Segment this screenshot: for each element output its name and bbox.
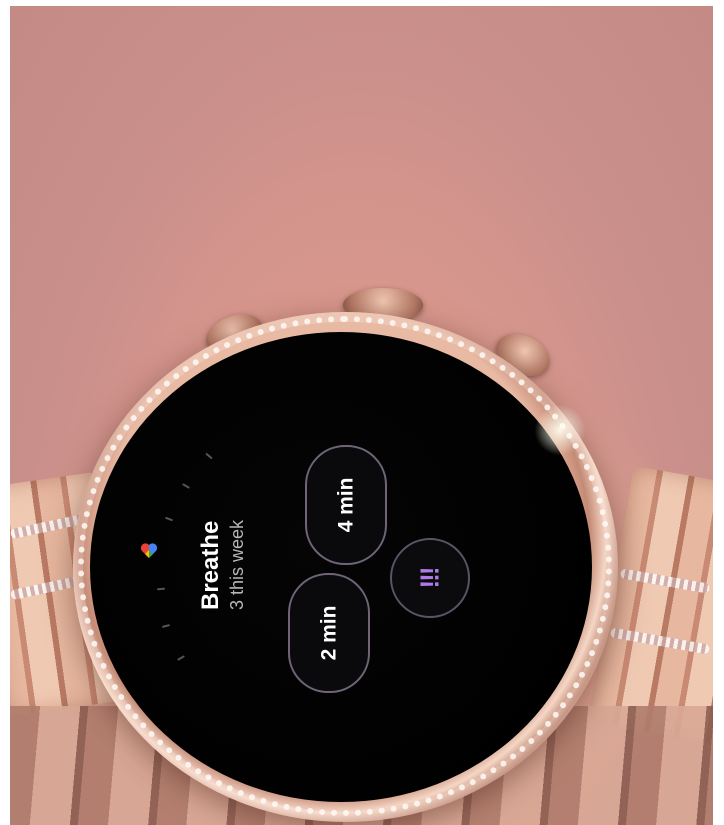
- weekly-count: 3 this week: [227, 519, 247, 610]
- breathe-header: Breathe 3 this week: [197, 519, 248, 610]
- option-label: 4 min: [333, 477, 357, 533]
- fit-heart-icon: [140, 543, 158, 558]
- option-2-min-button[interactable]: 2 min: [288, 573, 370, 693]
- light-glint: [530, 400, 590, 460]
- option-label: 2 min: [316, 605, 340, 661]
- option-4-min-button[interactable]: 4 min: [305, 445, 387, 565]
- more-options-button[interactable]: !!!: [390, 538, 470, 618]
- more-icon: !!!: [414, 568, 445, 588]
- app-title: Breathe: [197, 520, 224, 610]
- watch-screen: [90, 332, 592, 802]
